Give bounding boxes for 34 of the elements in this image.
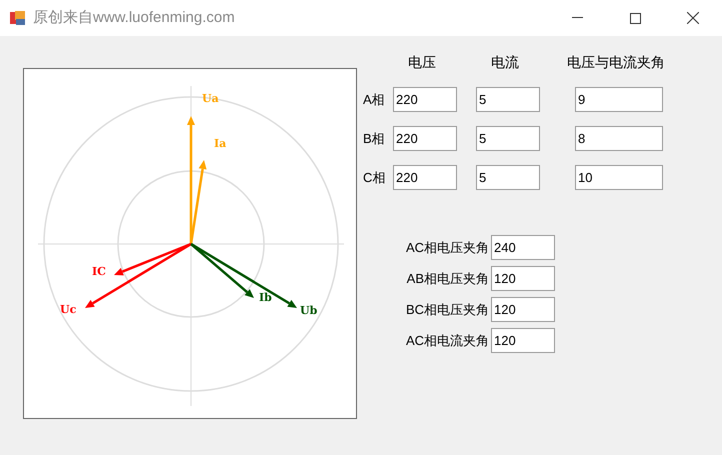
angle-field[interactable]: 240 [491,235,555,260]
phasor-label: Uc [60,303,76,316]
phasor-label: IC [92,265,106,278]
value-field[interactable]: 5 [476,87,540,112]
row-label: A相 [363,90,386,109]
angle-label: AB相电压夹角 [406,270,490,288]
column-header: 电流 [490,53,520,72]
row-label: B相 [363,130,386,148]
angle-field[interactable]: 120 [491,328,555,353]
angle-label: AC相电流夹角 [404,332,490,350]
close-icon [687,12,699,24]
maximize-icon [630,12,640,24]
row-label: C相 [363,168,386,187]
angle-label: BC相电压夹角 [404,300,490,319]
phasor-label: Ia [214,137,226,150]
value-field[interactable]: 220 [393,126,457,151]
value-field[interactable]: 220 [393,87,457,112]
value-field[interactable]: 5 [476,126,540,151]
window-title: 原创来自www.luofenming.com [33,8,235,28]
column-header: 电压 [407,53,437,72]
value-field[interactable]: 8 [575,126,663,151]
column-header: 电压与电流夹角 [567,53,666,72]
phasor-label: Ub [300,304,318,317]
angle-field[interactable]: 120 [491,266,555,291]
angle-field[interactable]: 120 [491,297,555,322]
phasor-label: Ua [202,92,219,105]
value-field[interactable]: 5 [476,165,540,190]
value-field[interactable]: 220 [393,165,457,190]
minimize-icon [572,17,582,19]
phasor-label: Ib [259,291,272,304]
angle-label: AC相电压夹角 [404,238,490,257]
app-icon [10,10,26,26]
value-field[interactable]: 10 [575,165,663,190]
value-field[interactable]: 9 [575,87,663,112]
